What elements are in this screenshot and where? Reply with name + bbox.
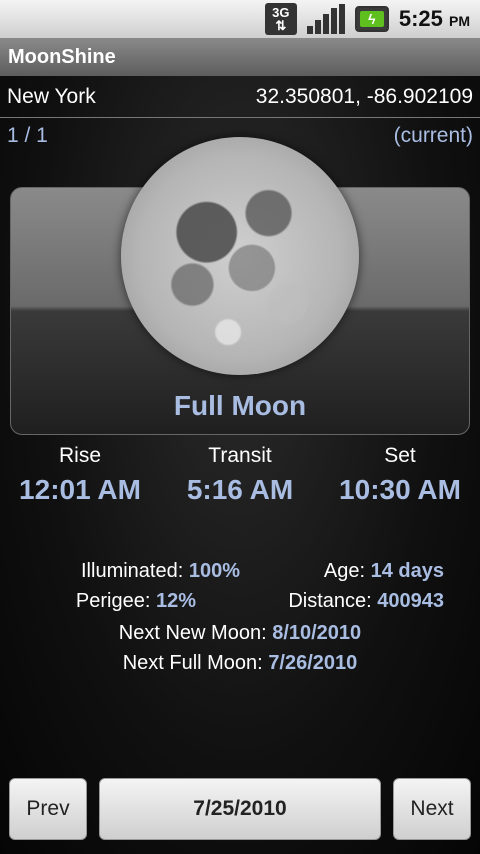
prev-button[interactable]: Prev <box>9 778 87 840</box>
network-3g-icon: 3G ⇅ <box>264 3 297 35</box>
moon-times: Rise 12:01 AM Transit 5:16 AM Set 10:30 … <box>0 444 480 506</box>
pager-position: 1 / 1 <box>7 124 48 147</box>
rise-label: Rise <box>58 444 101 467</box>
rise-time: 12:01 AM <box>19 474 141 505</box>
transit-label: Transit <box>208 444 272 467</box>
clock-ampm: PM <box>449 13 470 29</box>
status-bar: 3G ⇅ ϟ 5:25 PM <box>0 0 480 38</box>
distance-stat: Distance: 400943 <box>240 590 480 613</box>
location-name: New York <box>7 84 96 108</box>
clock-time: 5:25 <box>398 6 443 31</box>
moon-stats: Illuminated: 100% Age: 14 days Perigee: … <box>0 556 480 616</box>
distance-label: Distance: <box>288 589 372 612</box>
pager-state: (current) <box>393 124 473 147</box>
set-label: Set <box>384 444 416 467</box>
location-row[interactable]: New York 32.350801, -86.902109 <box>0 76 480 118</box>
moon-image <box>121 137 359 375</box>
illuminated-stat: Illuminated: 100% <box>0 560 240 583</box>
signal-strength-icon <box>306 4 345 34</box>
perigee-value: 12% <box>155 589 196 612</box>
phase-name: Full Moon <box>173 390 307 421</box>
location-coords: 32.350801, -86.902109 <box>255 84 473 108</box>
app-title-bar: MoonShine <box>0 38 480 76</box>
date-button[interactable]: 7/25/2010 <box>99 778 381 840</box>
age-label: Age: <box>323 559 366 582</box>
next-full-value: 7/26/2010 <box>268 652 358 674</box>
battery-charging-icon: ϟ <box>354 6 389 32</box>
perigee-stat: Perigee: 12% <box>0 590 240 613</box>
rise-column: Rise 12:01 AM <box>0 444 160 506</box>
next-button[interactable]: Next <box>393 778 471 840</box>
age-stat: Age: 14 days <box>240 560 480 583</box>
next-new-moon: Next New Moon: 8/10/2010 <box>0 622 480 645</box>
transit-time: 5:16 AM <box>186 474 294 505</box>
age-value: 14 days <box>370 559 444 582</box>
main-content: New York 32.350801, -86.902109 1 / 1 (cu… <box>0 76 480 854</box>
illuminated-label: Illuminated: <box>81 559 184 582</box>
distance-value: 400943 <box>377 589 444 612</box>
next-full-label: Next Full Moon: <box>122 652 263 674</box>
transit-column: Transit 5:16 AM <box>160 444 320 506</box>
app-title: MoonShine <box>8 45 116 68</box>
illuminated-value: 100% <box>188 559 240 582</box>
next-full-moon: Next Full Moon: 7/26/2010 <box>0 652 480 675</box>
set-column: Set 10:30 AM <box>320 444 480 506</box>
perigee-label: Perigee: <box>75 589 151 612</box>
next-new-label: Next New Moon: <box>118 622 267 644</box>
next-new-value: 8/10/2010 <box>272 622 362 644</box>
status-clock: 5:25 PM <box>399 6 470 32</box>
set-time: 10:30 AM <box>339 474 461 505</box>
